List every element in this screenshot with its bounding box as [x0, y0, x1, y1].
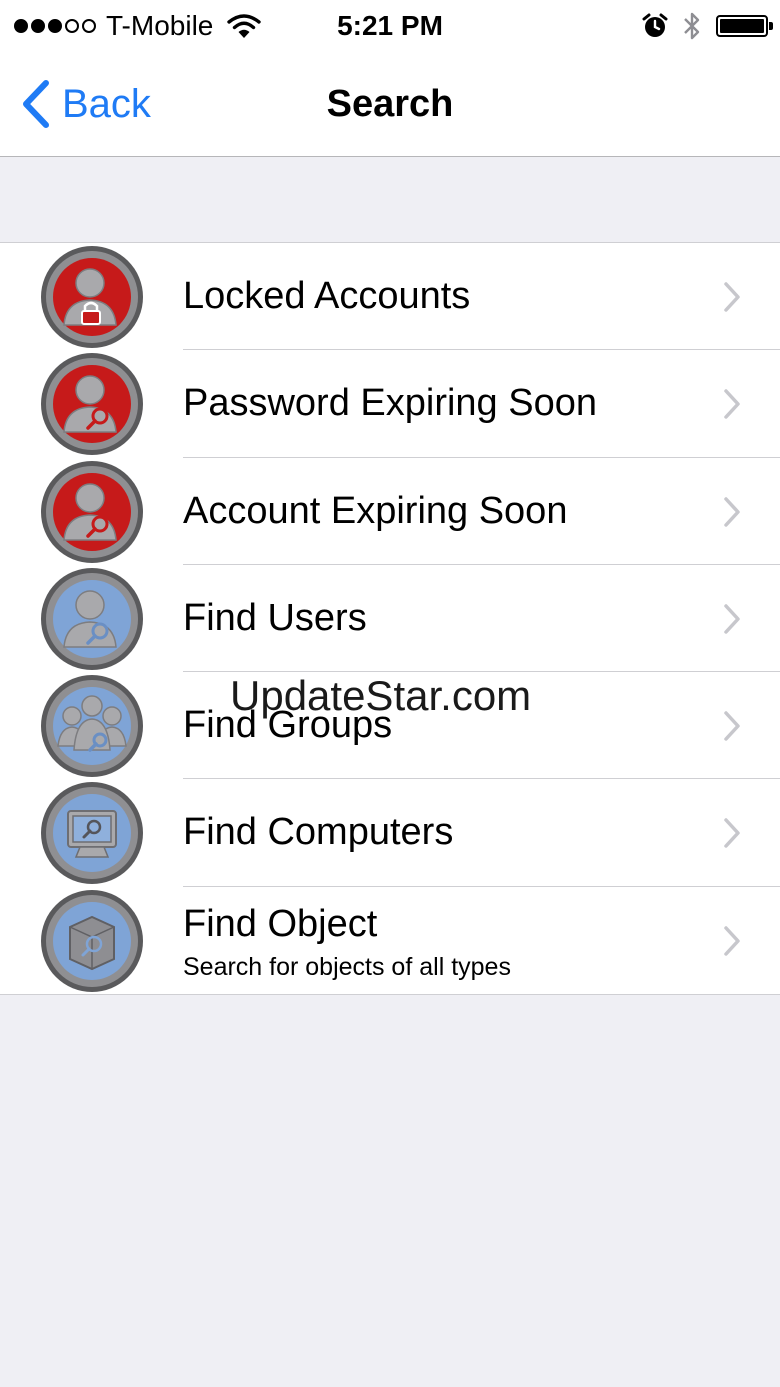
list-item-password-expiring-soon[interactable]: Password Expiring Soon	[0, 350, 780, 458]
search-options-list: Locked Accounts Password Expiring Soon A…	[0, 242, 780, 996]
list-item-title: Password Expiring Soon	[183, 382, 597, 425]
status-right	[642, 8, 773, 44]
chevron-right-icon	[724, 926, 740, 956]
navigation-bar: Back Search	[0, 52, 780, 157]
alarm-icon	[642, 13, 668, 37]
user-search-icon	[41, 460, 143, 563]
user-search-icon	[41, 353, 143, 456]
list-item-title: Find Object	[183, 902, 378, 945]
status-bar: T-Mobile 5:21 PM	[0, 0, 780, 52]
list-item-title: Find Groups	[183, 704, 393, 747]
list-item-account-expiring-soon[interactable]: Account Expiring Soon	[0, 458, 780, 565]
bluetooth-icon	[684, 12, 700, 40]
chevron-right-icon	[724, 711, 740, 741]
list-item-find-object[interactable]: Find Object Search for objects of all ty…	[0, 887, 780, 994]
chevron-right-icon	[724, 496, 740, 527]
list-item-title: Find Computers	[183, 811, 454, 854]
chevron-right-icon	[724, 282, 740, 312]
list-item-title: Find Users	[183, 596, 367, 639]
object-search-icon	[41, 889, 143, 992]
chevron-right-icon	[724, 389, 740, 420]
list-item-find-groups[interactable]: Find Groups	[0, 672, 780, 780]
list-item-subtitle: Search for objects of all types	[183, 952, 511, 981]
page-title: Search	[326, 83, 454, 125]
chevron-right-icon	[724, 818, 740, 849]
user-search-icon	[41, 567, 143, 670]
computer-search-icon	[41, 782, 143, 885]
list-item-locked-accounts[interactable]: Locked Accounts	[0, 243, 780, 351]
group-search-icon	[41, 675, 143, 778]
battery-icon	[716, 15, 773, 37]
chevron-right-icon	[724, 604, 740, 634]
list-item-title: Locked Accounts	[183, 275, 471, 317]
list-item-title: Account Expiring Soon	[183, 489, 568, 532]
list-item-find-users[interactable]: Find Users	[0, 565, 780, 673]
locked-user-icon	[41, 246, 143, 348]
list-item-find-computers[interactable]: Find Computers	[0, 779, 780, 887]
